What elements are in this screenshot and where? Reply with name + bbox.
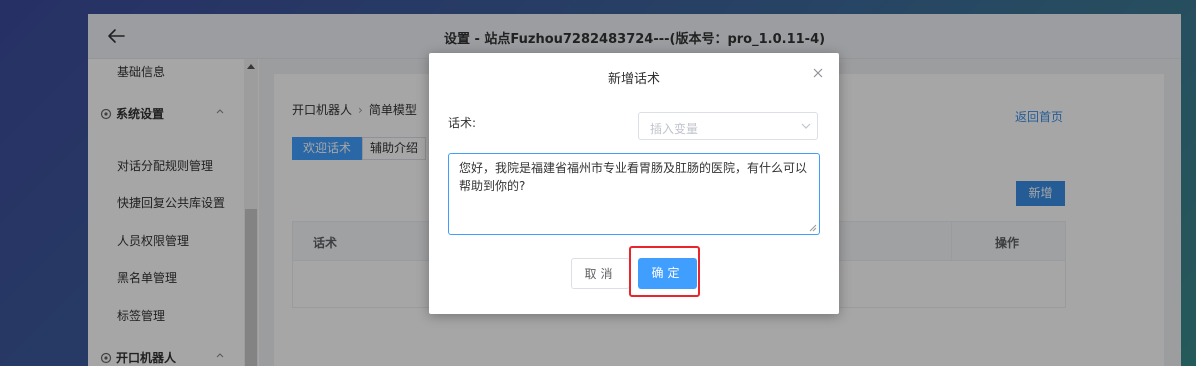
script-textarea[interactable]: 您好，我院是福建省福州市专业看胃肠及肛肠的医院，有什么可以帮助到你的? [448,153,820,235]
dialog-title: 新增话术 [607,72,660,87]
close-icon[interactable] [813,68,823,78]
cancel-button[interactable]: 取消 [571,258,630,289]
insert-variable-select[interactable]: 插入变量 [638,112,818,140]
confirm-highlight-box [629,246,700,297]
script-field-label: 话术: [448,116,477,130]
chevron-down-icon [801,123,811,129]
add-script-dialog: 新增话术 话术: 插入变量 您好，我院是福建省福州市专业看胃肠及肛肠的医院，有什… [429,53,839,314]
resize-grip-icon[interactable] [809,224,817,232]
select-placeholder: 插入变量 [650,122,699,136]
